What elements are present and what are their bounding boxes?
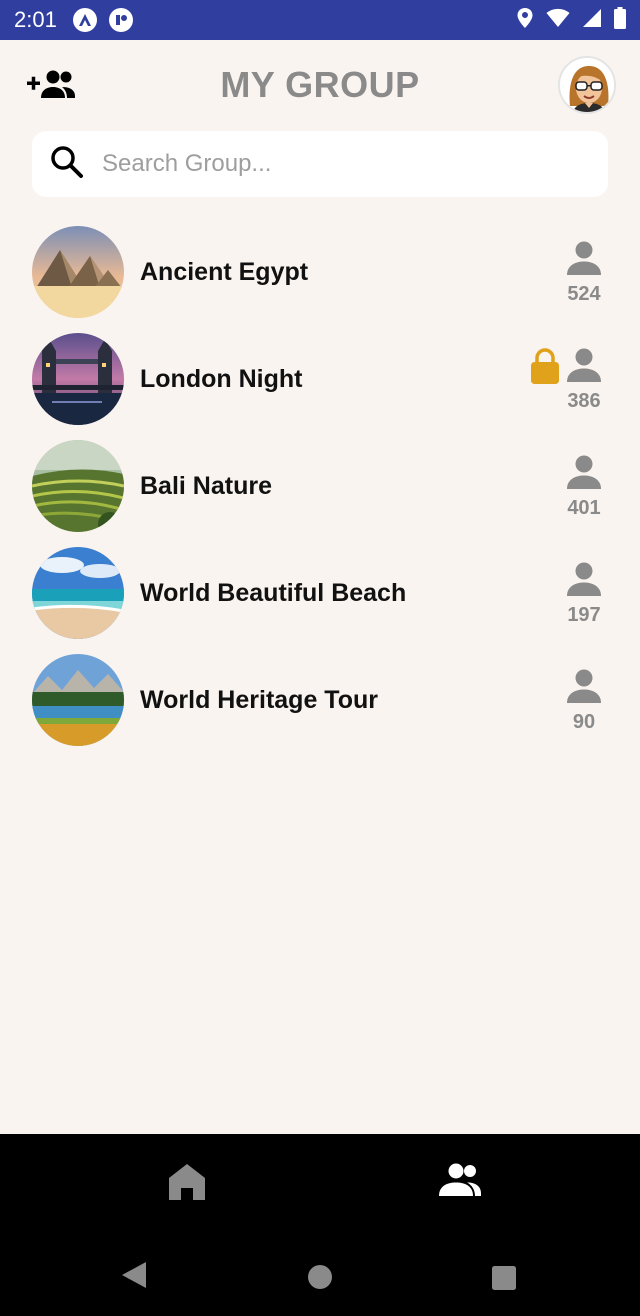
bottom-navigation [0,1134,640,1316]
group-thumbnail [32,547,124,639]
person-icon [566,668,602,709]
member-count: 401 [567,497,601,519]
group-row-ancient-egypt[interactable]: Ancient Egypt 524 [0,220,640,327]
search-input[interactable] [102,150,590,178]
nav-home-tab[interactable] [166,1162,208,1204]
member-count-block: 197 [556,561,612,627]
search-icon [50,145,84,184]
group-thumbnail [32,654,124,746]
system-home-button[interactable] [307,1264,333,1295]
member-count-block: 90 [556,668,612,734]
group-thumbnail [32,440,124,532]
status-time: 2:01 [14,7,57,32]
status-bar: 2:01 [0,0,640,40]
page-title: MY GROUP [220,64,420,105]
home-icon [166,1164,208,1206]
member-count: 524 [567,283,601,305]
system-back-button[interactable] [120,1260,148,1295]
notification-app-icon [72,8,97,32]
group-thumbnail [32,226,124,318]
person-icon [566,454,602,495]
group-name: Ancient Egypt [140,258,309,286]
group-name: World Heritage Tour [140,686,378,714]
wifi-icon [546,8,570,33]
signal-icon [582,8,602,33]
person-icon [566,561,602,602]
member-count-block: 524 [556,240,612,306]
system-recents-button[interactable] [491,1265,517,1296]
battery-icon [614,6,626,34]
member-count: 386 [567,390,601,412]
group-row-world-beautiful-beach[interactable]: World Beautiful Beach 197 [0,541,640,648]
app-header: MY GROUP [0,40,640,130]
member-count-block: 401 [556,454,612,520]
notification-reddit-icon [108,8,133,32]
user-avatar[interactable] [558,56,616,114]
groups-icon [436,1163,482,1202]
group-name: Bali Nature [140,472,272,500]
search-bar[interactable] [32,131,608,197]
group-row-world-heritage-tour[interactable]: World Heritage Tour 90 [0,648,640,755]
group-row-london-night[interactable]: London Night 386 [0,327,640,434]
location-icon [516,7,534,34]
member-count: 197 [567,604,601,626]
group-name: London Night [140,365,303,393]
member-count-block: 386 [556,347,612,413]
group-thumbnail [32,333,124,425]
person-icon [566,240,602,281]
group-row-bali-nature[interactable]: Bali Nature 401 [0,434,640,541]
group-list: Ancient Egypt 524 London Night 386 Bali … [0,220,640,755]
member-count: 90 [572,711,596,733]
person-icon [566,347,602,388]
group-name: World Beautiful Beach [140,579,407,607]
nav-groups-tab[interactable] [436,1162,482,1204]
status-indicators [516,6,626,34]
